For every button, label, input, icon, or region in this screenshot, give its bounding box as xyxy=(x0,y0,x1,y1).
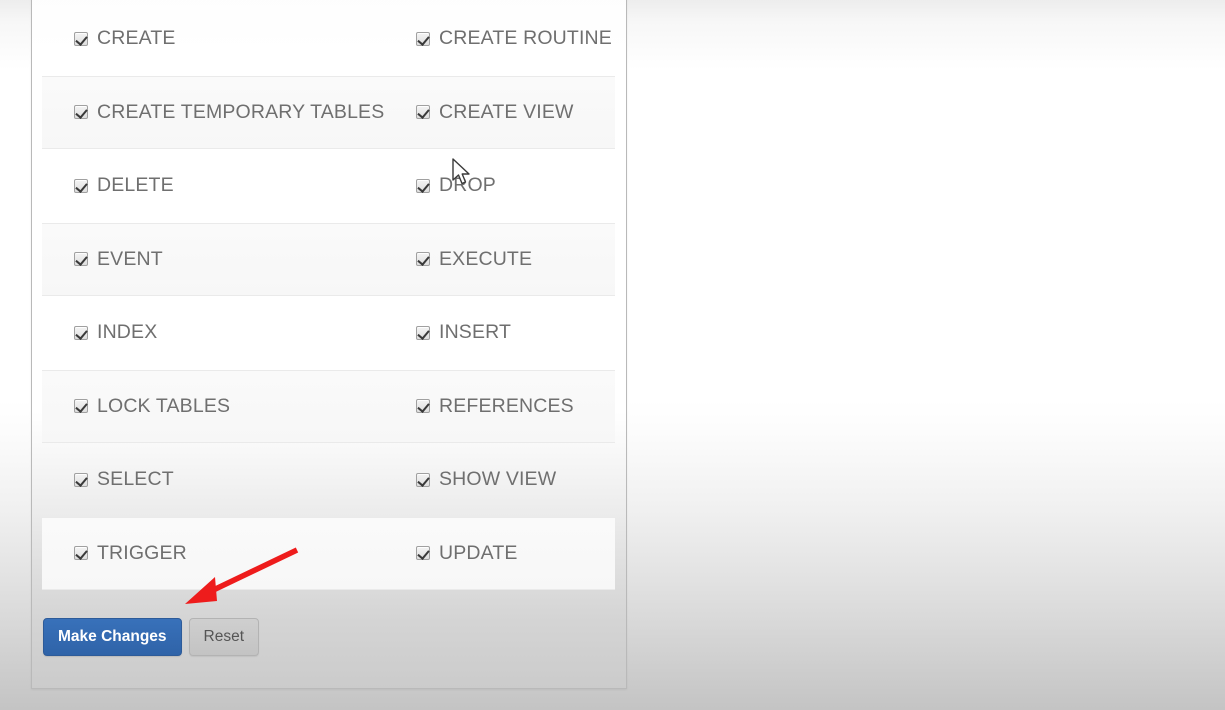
privilege-item[interactable]: DELETE xyxy=(42,150,415,222)
privilege-label: SHOW VIEW xyxy=(439,468,557,490)
privilege-label: TRIGGER xyxy=(97,541,187,564)
checkbox-checked-icon[interactable] xyxy=(416,472,430,487)
checkbox-checked-icon[interactable] xyxy=(74,472,88,487)
privilege-item[interactable]: INSERT xyxy=(415,297,615,369)
form-action-bar: Make Changes Reset xyxy=(43,618,260,656)
privilege-row: INDEX INSERT xyxy=(42,296,615,370)
privilege-row: SELECT SHOW VIEW xyxy=(42,443,615,517)
checkbox-checked-icon[interactable] xyxy=(416,31,430,46)
reset-button[interactable]: Reset xyxy=(188,618,260,656)
privilege-label: DROP xyxy=(439,174,496,196)
privilege-item[interactable]: LOCK TABLES xyxy=(42,371,415,443)
privilege-label: EVENT xyxy=(97,247,163,270)
privilege-label: INDEX xyxy=(97,321,158,343)
privilege-label: EXECUTE xyxy=(439,247,533,270)
privilege-label: CREATE xyxy=(97,27,176,49)
privilege-row: TRIGGER UPDATE xyxy=(42,516,615,590)
privilege-item[interactable]: REFERENCES xyxy=(415,371,615,443)
privilege-item[interactable]: INDEX xyxy=(42,297,415,369)
checkbox-checked-icon[interactable] xyxy=(74,546,88,561)
checkbox-checked-icon[interactable] xyxy=(416,105,430,120)
checkbox-checked-icon[interactable] xyxy=(416,546,430,561)
checkbox-checked-icon[interactable] xyxy=(74,105,88,120)
privilege-label: SELECT xyxy=(97,468,174,490)
privilege-label: DELETE xyxy=(97,174,174,196)
privilege-item[interactable]: EVENT xyxy=(42,224,415,296)
privilege-label: LOCK TABLES xyxy=(97,394,231,417)
checkbox-checked-icon[interactable] xyxy=(74,31,88,46)
privilege-item[interactable]: UPDATE xyxy=(415,518,615,590)
privilege-row: CREATE TEMPORARY TABLES CREATE VIEW xyxy=(42,75,615,149)
checkbox-checked-icon[interactable] xyxy=(416,399,430,414)
privilege-item[interactable]: SHOW VIEW xyxy=(415,444,615,516)
checkbox-checked-icon[interactable] xyxy=(416,178,430,193)
privilege-label: CREATE TEMPORARY TABLES xyxy=(97,100,385,123)
privileges-list: CREATE CREATE ROUTINE CREATE TEMPORARY TAB… xyxy=(42,2,615,590)
privilege-row: EVENT EXECUTE xyxy=(42,222,615,296)
privilege-item[interactable]: CREATE xyxy=(42,3,415,75)
privilege-label: REFERENCES xyxy=(439,394,574,417)
privilege-item[interactable]: TRIGGER xyxy=(42,518,415,590)
privilege-item[interactable]: DROP xyxy=(415,150,615,222)
database-privileges-panel: CREATE CREATE ROUTINE CREATE TEMPORARY TAB… xyxy=(31,0,627,689)
privilege-item[interactable]: CREATE TEMPORARY TABLES xyxy=(42,77,415,149)
privilege-label: UPDATE xyxy=(439,541,518,564)
privilege-label: CREATE VIEW xyxy=(439,100,574,123)
privilege-item[interactable]: CREATE ROUTINE xyxy=(415,3,615,75)
privilege-item[interactable]: SELECT xyxy=(42,444,415,516)
checkbox-checked-icon[interactable] xyxy=(416,325,430,340)
checkbox-checked-icon[interactable] xyxy=(74,399,88,414)
privilege-row: LOCK TABLES REFERENCES xyxy=(42,369,615,443)
privilege-item[interactable]: EXECUTE xyxy=(415,224,615,296)
checkbox-checked-icon[interactable] xyxy=(74,252,88,267)
privilege-label: CREATE ROUTINE xyxy=(439,27,612,49)
checkbox-checked-icon[interactable] xyxy=(74,325,88,340)
checkbox-checked-icon[interactable] xyxy=(416,252,430,267)
make-changes-button[interactable]: Make Changes xyxy=(43,618,182,656)
checkbox-checked-icon[interactable] xyxy=(74,178,88,193)
privilege-label: INSERT xyxy=(439,321,512,343)
privilege-row: DELETE DROP xyxy=(42,149,615,223)
privilege-row: CREATE CREATE ROUTINE xyxy=(42,2,615,76)
privilege-item[interactable]: CREATE VIEW xyxy=(415,77,615,149)
